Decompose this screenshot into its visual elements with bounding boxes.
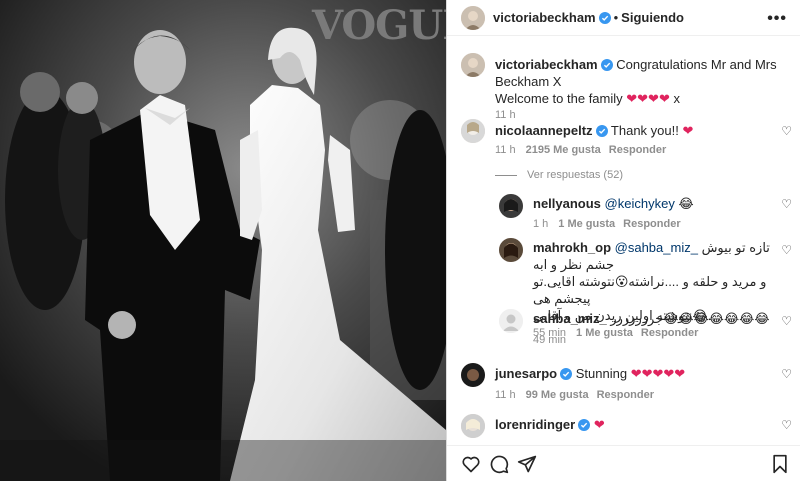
view-replies-label: Ver respuestas (52) [527,169,623,181]
profile-photo-icon [499,238,523,262]
more-options-icon[interactable]: ••• [767,10,787,28]
avatar[interactable] [461,414,485,438]
replies-divider [495,174,517,176]
comment-username[interactable]: lorenridinger [495,417,575,432]
comment-username[interactable]: nicolaannepeltz [495,123,593,138]
laughing-emoji-icon: 😂 [678,196,694,211]
separator-dot: • [613,10,619,25]
comment-body: Stunning [575,366,628,381]
verified-badge-icon [578,419,591,431]
profile-photo-icon [499,194,523,218]
reply-body: جررررررر [610,311,664,326]
comment-meta: 11 h 2195 Me gusta Responder [495,144,674,156]
comment-meta: 11 h 99 Me gusta Responder [495,389,662,401]
comment-likes[interactable]: 2195 Me gusta [526,144,601,156]
verified-badge-icon [600,59,613,71]
reply-likes[interactable]: 1 Me gusta [576,327,633,339]
laughing-emoji-icon: 😂😂😂😂😂😂😂 [663,311,770,326]
reply-username[interactable]: sahba_miz_ [533,311,607,326]
reply-body-line2: و مرید و حلقه و ....نراشته😮نتوشته اقایی.… [533,274,767,306]
caption-username[interactable]: victoriabeckham [495,57,598,72]
comment-time[interactable]: 11 h [495,144,516,156]
comment-text: lorenridinger ❤ [495,416,765,433]
profile-photo-icon [461,414,485,438]
reply-likes[interactable]: 1 Me gusta [558,218,615,230]
like-comment-heart-icon[interactable]: ♡ [781,197,792,211]
reply-time[interactable]: 1 h [533,218,548,230]
like-comment-heart-icon[interactable]: ♡ [781,418,792,432]
comment-icon[interactable] [489,454,509,474]
like-comment-heart-icon[interactable]: ♡ [781,243,792,257]
like-comment-heart-icon[interactable]: ♡ [781,314,792,328]
default-profile-icon [499,309,523,333]
header-username[interactable]: victoriabeckham [493,10,596,25]
red-hearts-icon: ❤❤❤❤❤ [630,366,686,381]
reply-meta: 49 min [533,334,576,346]
profile-photo-icon [461,53,485,77]
mention-link[interactable]: @keichykey [605,196,675,211]
caption-meta: 11 h [495,109,526,121]
following-button[interactable]: Siguiendo [621,10,684,25]
bookmark-icon[interactable] [771,454,789,474]
comment-body: Thank you!! [610,123,679,138]
verified-badge-icon [595,125,608,137]
wedding-photo [0,0,446,481]
avatar[interactable] [461,53,485,77]
avatar[interactable] [461,363,485,387]
red-heart-icon: ❤ [593,417,605,432]
like-comment-heart-icon[interactable]: ♡ [781,124,792,138]
comment-username[interactable]: junesarpo [495,366,557,381]
avatar[interactable] [461,119,485,143]
comment-text: nicolaannepeltz Thank you!! ❤ [495,122,765,139]
view-replies-button[interactable]: Ver respuestas (52) [495,169,623,181]
profile-photo-icon [461,363,485,387]
header-user-line: victoriabeckham • Siguiendo [493,10,684,25]
comment-time[interactable]: 11 h [495,389,516,401]
reply-meta: 1 h 1 Me gusta Responder [533,218,689,230]
verified-badge-icon [560,368,573,380]
mention-link[interactable]: @sahba_miz_ [615,240,698,255]
reply-button[interactable]: Responder [597,389,654,401]
reply-text: nellyanous @keichykey 😂 [533,195,773,212]
avatar[interactable] [499,238,523,262]
reply-time[interactable]: 49 min [533,334,566,346]
heart-icon[interactable] [461,454,481,474]
reply-button[interactable]: Responder [623,218,680,230]
post-side-panel: victoriabeckham • Siguiendo ••• victoriabe… [446,0,800,481]
caption-text: victoriabeckham Congratulations Mr and M… [495,56,785,107]
avatar[interactable] [461,6,485,30]
post-action-bar [447,445,800,481]
like-comment-heart-icon[interactable]: ♡ [781,367,792,381]
caption-time[interactable]: 11 h [495,109,516,121]
reply-button[interactable]: Responder [641,327,698,339]
avatar[interactable] [499,309,523,333]
profile-photo-icon [461,6,485,30]
verified-badge-icon [598,12,611,24]
comment-text: junesarpo Stunning ❤❤❤❤❤ [495,365,765,382]
reply-username[interactable]: nellyanous [533,196,601,211]
post-photo[interactable]: VOGUE [0,0,446,481]
red-heart-icon: ❤ [682,123,694,138]
reply-text: sahba_miz_ جررررررر😂😂😂😂😂😂😂 [533,310,773,327]
reply-username[interactable]: mahrokh_op [533,240,611,255]
comment-likes[interactable]: 99 Me gusta [526,389,589,401]
red-hearts-icon: ❤❤❤❤ [626,91,670,106]
reply-button[interactable]: Responder [609,144,666,156]
post-header: victoriabeckham • Siguiendo ••• [447,0,800,36]
avatar[interactable] [499,194,523,218]
comments-list[interactable]: victoriabeckham Congratulations Mr and M… [447,37,800,445]
profile-photo-icon [461,119,485,143]
vogue-logo: VOGUE [312,2,446,49]
caption-body-2: Welcome to the family [495,91,623,106]
share-icon[interactable] [517,454,537,474]
caption-suffix: x [669,91,680,106]
